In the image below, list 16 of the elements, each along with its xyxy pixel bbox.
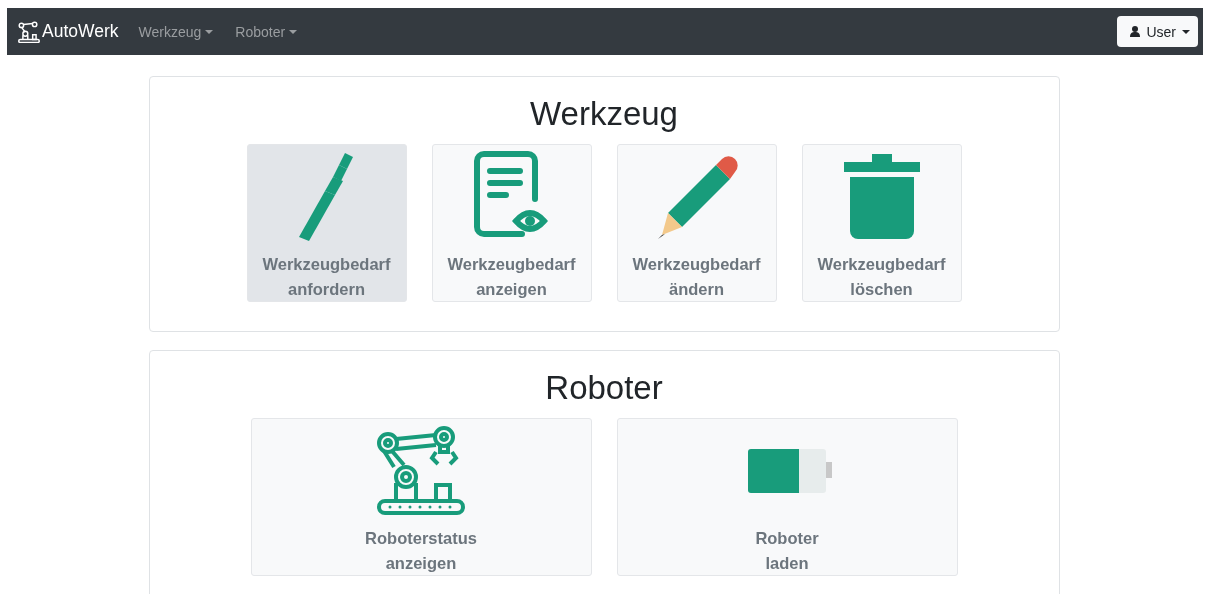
- action-tile[interactable]: Roboter laden: [616, 418, 958, 576]
- brand-name[interactable]: AutoWerk: [42, 21, 119, 42]
- trash-can-icon: [841, 151, 922, 241]
- nav-menu[interactable]: Roboter: [235, 23, 298, 40]
- action-tile[interactable]: Werkzeugbedarf löschen: [801, 144, 962, 302]
- section-title: Roboter: [545, 368, 663, 408]
- nav-menu[interactable]: Werkzeug: [138, 23, 214, 40]
- robot-arm-icon: [376, 425, 466, 515]
- robot-arm-logo-icon: [17, 20, 41, 43]
- action-tile[interactable]: Werkzeugbedarf anzeigen: [431, 144, 592, 302]
- user-menu-button[interactable]: User: [1117, 16, 1198, 47]
- user-icon: [1130, 26, 1141, 37]
- action-tile[interactable]: Roboterstatus anzeigen: [250, 418, 592, 576]
- section-title: Werkzeug: [530, 94, 678, 134]
- action-tile[interactable]: Werkzeugbedarf anfordern: [246, 144, 407, 302]
- action-tile[interactable]: Werkzeugbedarf ändern: [616, 144, 777, 302]
